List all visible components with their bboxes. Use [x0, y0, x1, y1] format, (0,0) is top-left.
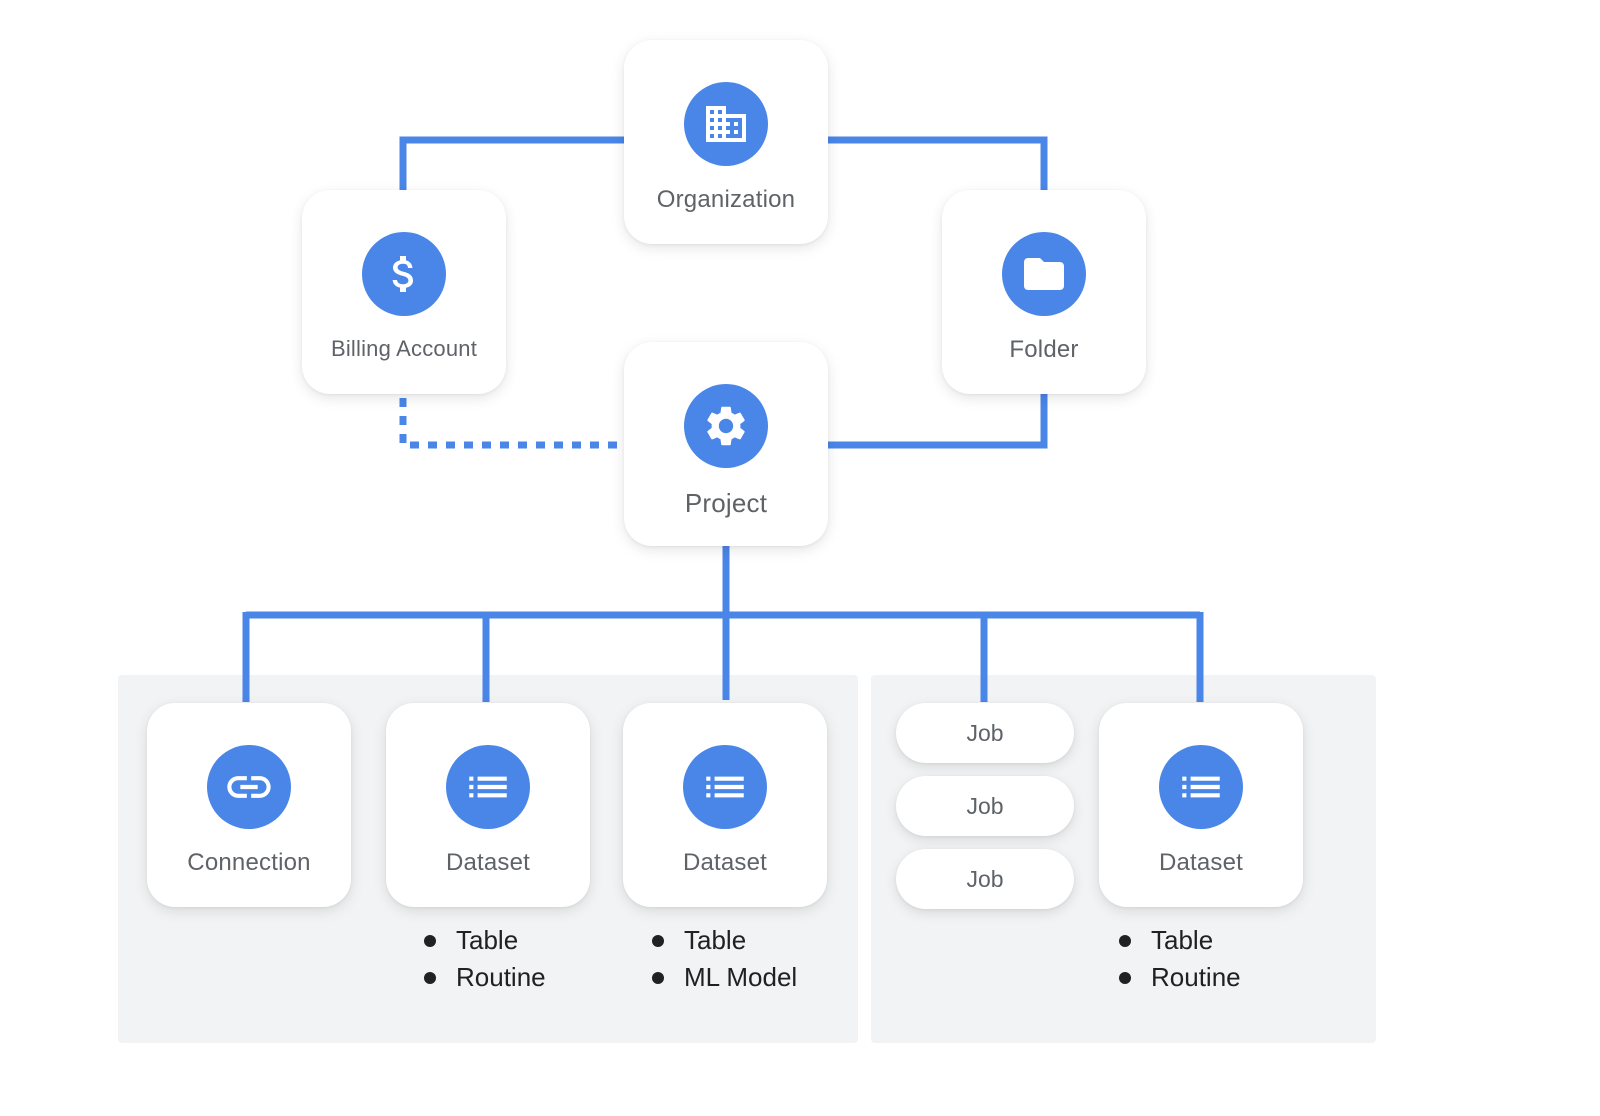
folder-icon — [1002, 232, 1086, 316]
gear-icon — [684, 384, 768, 468]
bullet-icon — [1119, 934, 1131, 947]
dollar-icon — [362, 232, 446, 316]
folder-node[interactable]: Folder — [942, 190, 1146, 394]
project-node[interactable]: Project — [624, 342, 828, 546]
list-item: Table — [1119, 922, 1241, 959]
folder-label: Folder — [1009, 336, 1079, 363]
list-icon — [446, 745, 530, 829]
dataset-label-3: Dataset — [1158, 849, 1244, 876]
job-node-3[interactable]: Job — [896, 849, 1074, 909]
list-item: Table — [424, 922, 546, 959]
dataset-node-3[interactable]: Dataset — [1099, 703, 1303, 907]
building-icon — [684, 82, 768, 166]
dataset-label-2: Dataset — [682, 849, 768, 876]
organization-label: Organization — [656, 186, 796, 213]
edge-folder-project — [828, 392, 1048, 449]
billing-account-label: Billing Account — [330, 336, 478, 361]
job-node-2[interactable]: Job — [896, 776, 1074, 836]
edge-billing-project — [399, 398, 620, 449]
connection-label: Connection — [187, 849, 311, 876]
list-icon — [683, 745, 767, 829]
dataset-label-1: Dataset — [445, 849, 531, 876]
bullet-icon — [424, 934, 436, 947]
edge-org-folder — [828, 136, 1048, 190]
list-item: Routine — [1119, 959, 1241, 996]
bullet-icon — [652, 971, 664, 984]
organization-node[interactable]: Organization — [624, 40, 828, 244]
job-node-1[interactable]: Job — [896, 703, 1074, 763]
list-icon — [1159, 745, 1243, 829]
list-item: Table — [652, 922, 797, 959]
list-item: ML Model — [652, 959, 797, 996]
bullet-icon — [652, 934, 664, 947]
bullet-icon — [424, 971, 436, 984]
billing-account-node[interactable]: Billing Account — [302, 190, 506, 394]
dataset-2-contents: Table ML Model — [652, 922, 797, 996]
edge-org-billing — [399, 136, 624, 190]
list-item: Routine — [424, 959, 546, 996]
connection-node[interactable]: Connection — [147, 703, 351, 907]
project-label: Project — [684, 488, 768, 518]
bullet-icon — [1119, 971, 1131, 984]
dataset-node-1[interactable]: Dataset — [386, 703, 590, 907]
dataset-3-contents: Table Routine — [1119, 922, 1241, 996]
dataset-node-2[interactable]: Dataset — [623, 703, 827, 907]
dataset-1-contents: Table Routine — [424, 922, 546, 996]
link-icon — [207, 745, 291, 829]
